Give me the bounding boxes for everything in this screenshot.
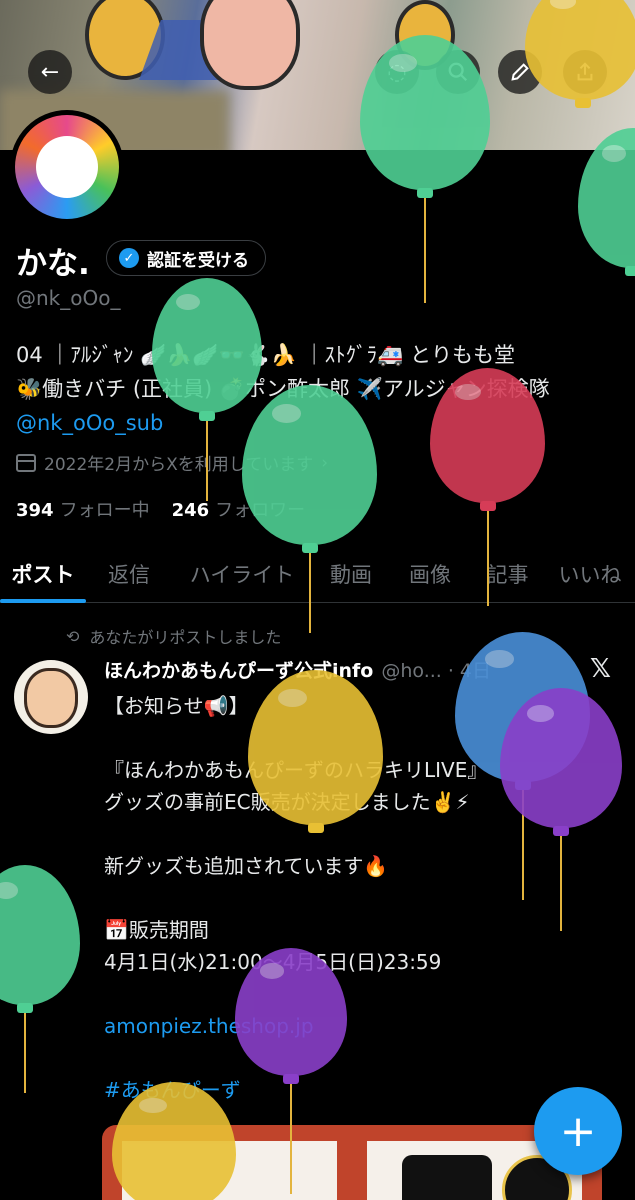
verify-button[interactable]: ✓ 認証を受ける	[106, 240, 266, 276]
arrow-left-icon: ←	[40, 59, 60, 85]
tshirt-image	[402, 1155, 492, 1200]
back-button[interactable]: ←	[28, 50, 72, 94]
compose-button[interactable]: +	[534, 1087, 622, 1175]
balloon-decoration	[525, 0, 635, 112]
profile-name: かな.	[16, 246, 90, 282]
post-line	[104, 978, 624, 1010]
post-link[interactable]: amonpiez.theshop.jp	[104, 1010, 624, 1042]
balloon-decoration	[0, 865, 80, 1097]
balloon-decoration	[112, 1082, 236, 1200]
balloon-decoration	[360, 35, 490, 307]
post-line: 4月1日(水)21:00〜4月5日(日)23:59	[104, 946, 624, 978]
following-link[interactable]: 394 フォロー中	[16, 496, 150, 522]
balloon-decoration	[242, 385, 377, 637]
balloon-decoration	[578, 128, 635, 280]
calendar-icon	[16, 453, 36, 472]
tab-posts[interactable]: ポスト	[0, 545, 86, 603]
post-line	[104, 1042, 624, 1074]
balloon-decoration	[430, 368, 545, 610]
tab-replies[interactable]: 返信	[86, 545, 172, 603]
balloon-decoration	[500, 688, 622, 935]
verify-label: 認証を受ける	[147, 250, 249, 271]
post-author-avatar[interactable]	[14, 660, 88, 734]
verified-check-icon: ✓	[119, 248, 139, 268]
profile-avatar[interactable]	[10, 110, 124, 224]
balloon-decoration	[248, 670, 383, 837]
x-logo-icon: 𝕏	[590, 654, 611, 684]
profile-handle: @nk_oOo_	[16, 286, 121, 310]
tab-likes[interactable]: いいね	[545, 545, 635, 603]
repost-icon: ⟲	[66, 626, 80, 646]
bio-line-1: 04 ｜ｱﾙｼﾞｬﾝ 🪽🍌🪽👓🐇🍌 ｜ｽﾄｸﾞﾗ🚑 とりもも堂	[16, 343, 515, 367]
balloon-decoration	[235, 948, 347, 1198]
